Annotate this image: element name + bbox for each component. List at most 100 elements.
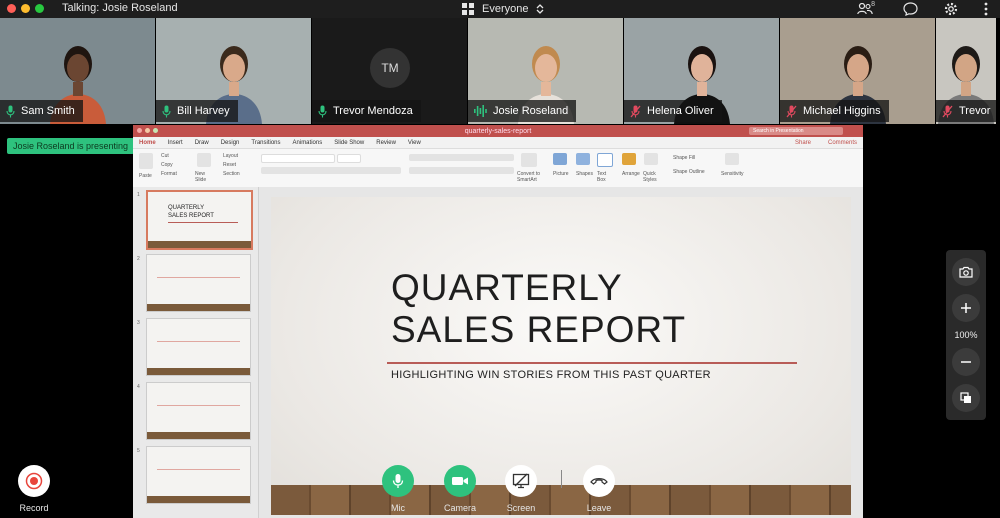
slide-canvas: Quarterly Sales Report Highlighting win … [259,187,863,518]
participant-nameplate: Josie Roseland [468,100,577,122]
ribbon-format: Format [161,171,177,177]
view-selector[interactable]: Everyone [462,0,544,18]
hang-up-icon [590,478,608,485]
slide-title: Quarterly Sales Report [391,267,686,351]
zoom-tool-panel: 100% [946,250,986,420]
minus-icon [961,361,971,363]
participant-tile[interactable]: Trevor [936,18,996,124]
participant-tile[interactable]: TM Trevor Mendoza [312,18,467,124]
leave-control[interactable]: Leave [569,465,629,513]
ppt-ribbon: Paste Cut Copy Format New Slide Layout R… [133,149,863,188]
participant-tile[interactable]: Josie Roseland [468,18,623,124]
participant-tile[interactable]: Bill Harvey [156,18,311,124]
participant-tile[interactable]: Helena Oliver [624,18,779,124]
participant-name: Helena Oliver [647,105,714,117]
thumbnail-floor [147,496,250,503]
paragraph-row-1 [409,154,514,161]
leave-button[interactable] [583,465,615,497]
thumbnail-divider [157,405,240,406]
participant-name: Trevor [959,105,991,117]
camera-label: Camera [443,503,476,513]
record-control[interactable]: Record [4,465,64,513]
slide-thumbnail [146,254,251,312]
leave-label: Leave [586,503,612,513]
ppt-tab: Draw [194,139,209,146]
zoom-out-button[interactable] [952,348,980,376]
shared-screen-powerpoint: quarterly-sales-report Search in Present… [133,125,863,518]
current-slide: Quarterly Sales Report Highlighting win … [271,197,851,515]
record-button[interactable] [18,465,50,497]
ribbon-shapes: Shapes [576,171,593,177]
ribbon-shape-outline: Shape Outline [673,169,705,175]
thumbnail-floor [147,432,250,439]
slide-thumbnail [146,382,251,440]
textbox-icon [597,153,613,167]
ribbon-layout: Layout [223,153,239,159]
microphone-icon [162,105,171,117]
ribbon-paste: Paste [139,173,152,179]
ppt-tab: Transitions [251,139,281,146]
thumbnail-floor [148,241,251,248]
participant-nameplate: Michael Higgins [780,100,889,122]
view-label: Everyone [482,3,529,15]
smartart-icon [521,153,537,167]
ribbon-convert: Convert to SmartArt [517,171,541,183]
quick-styles-icon [644,153,658,165]
ribbon-shape-fill: Shape Fill [673,155,696,161]
slide-wood-floor [271,485,851,515]
close-window-button[interactable] [7,4,16,13]
talking-indicator: Talking: Josie Roseland [62,2,178,14]
mic-button[interactable] [382,465,414,497]
thumbnail-number: 3 [137,320,140,326]
participant-initials-avatar: TM [370,48,410,88]
ppt-tab: Animations [292,139,323,146]
ppt-search-box: Search in Presentation [749,127,843,135]
participant-name: Trevor Mendoza [333,105,413,117]
thumbnail-divider [157,469,240,470]
font-format-row [261,167,401,174]
ribbon-copy: Copy [161,162,173,168]
thumbnail-divider [168,222,238,223]
camera-control[interactable]: Camera [430,465,490,513]
stop-screen-share-icon [512,473,530,489]
slide-divider-line [387,362,797,364]
slide-thumbnails-panel: 1 QUARTERLY SALES REPORT 2 3 4 5 [133,187,259,518]
ribbon-reset: Reset [223,162,237,168]
ribbon-section: Section [223,171,240,177]
copy-button[interactable] [952,384,980,412]
ribbon-new-slide: New Slide [195,171,207,183]
ribbon-picture: Picture [553,171,569,177]
more-vertical-icon[interactable] [984,2,988,16]
microphone-icon [392,474,404,488]
mic-control[interactable]: Mic [368,465,428,513]
screen-label: Screen [506,503,536,513]
gear-icon[interactable] [944,2,958,16]
participants-button[interactable]: 8 [857,1,877,15]
participant-tile[interactable]: Michael Higgins [780,18,935,124]
camera-button[interactable] [444,465,476,497]
mic-muted-icon [630,105,641,117]
screen-share-button[interactable] [505,465,537,497]
participant-tile[interactable]: Sam Smith [0,18,155,124]
controls-divider [561,470,562,488]
maximize-window-button[interactable] [35,4,44,13]
sensitivity-icon [725,153,739,165]
participant-strip: Sam Smith Bill Harvey TM Trevor Mendoza Josi… [0,18,1000,124]
thumbnail-number: 1 [137,192,140,198]
video-camera-icon [452,477,468,485]
microphone-icon [318,105,327,117]
camera-snapshot-icon [959,266,973,278]
screen-control[interactable]: Screen [491,465,551,513]
chevron-updown-icon [537,4,544,14]
minimize-window-button[interactable] [21,4,30,13]
participant-name: Bill Harvey [177,105,230,117]
slide-thumbnail [146,446,251,504]
participant-nameplate: Trevor [936,100,996,122]
ribbon-sensitivity: Sensitivity [721,171,744,177]
chat-icon[interactable] [903,2,918,16]
ppt-tab: Home [139,139,156,146]
thumbnail-number: 2 [137,256,140,262]
screenshot-button[interactable] [952,258,980,286]
zoom-in-button[interactable] [952,294,980,322]
participant-name: Josie Roseland [493,105,569,117]
